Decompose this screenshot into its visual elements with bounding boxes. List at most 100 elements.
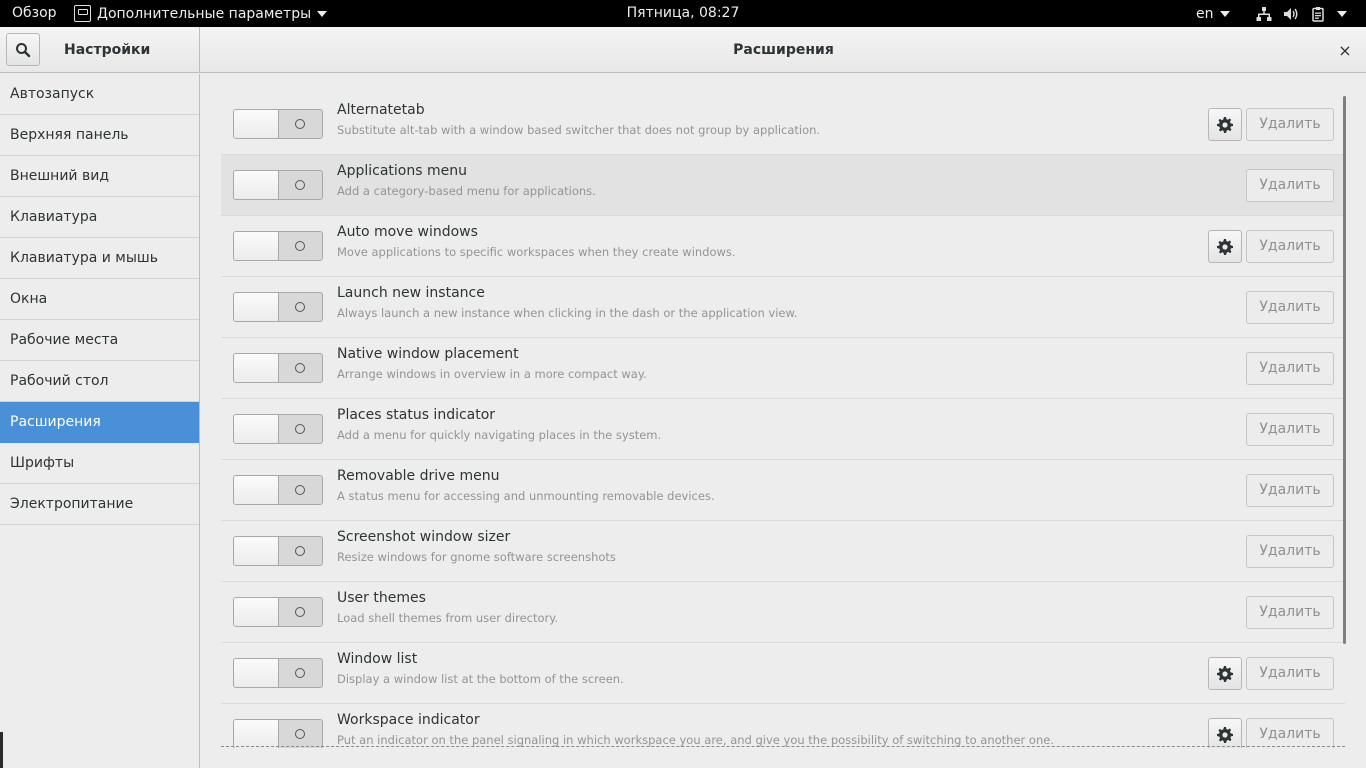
extension-row: Applications menu Add a category-based me… — [221, 155, 1345, 216]
switch-knob — [234, 598, 279, 626]
extension-name: Places status indicator — [337, 407, 496, 423]
extension-name: Launch new instance — [337, 285, 485, 301]
extension-toggle-switch[interactable] — [233, 292, 323, 322]
top-bar: Обзор Дополнительные параметры Пятница, … — [0, 0, 1366, 27]
extension-row: Launch new instance Always launch a new i… — [221, 277, 1345, 338]
extension-name: Alternatetab — [337, 102, 425, 118]
extension-name: Auto move windows — [337, 224, 478, 240]
sidebar-item-4[interactable]: Клавиатура — [0, 197, 199, 238]
extension-toggle-switch[interactable] — [233, 231, 323, 261]
extension-settings-button[interactable] — [1208, 230, 1242, 263]
extension-description: Put an indicator on the panel signaling … — [337, 733, 1054, 747]
app-title: Настройки — [64, 42, 151, 58]
activities-button[interactable]: Обзор — [12, 0, 57, 27]
extension-toggle-switch[interactable] — [233, 658, 323, 688]
extension-row: Screenshot window sizer Resize windows fo… — [221, 521, 1345, 582]
extension-row: Places status indicator Add a menu for qu… — [221, 399, 1345, 460]
extension-toggle-switch[interactable] — [233, 414, 323, 444]
remove-extension-button[interactable]: Удалить — [1246, 413, 1334, 446]
extension-description: Arrange windows in overview in a more co… — [337, 367, 647, 381]
extension-settings-button[interactable] — [1208, 108, 1242, 141]
remove-extension-button[interactable]: Удалить — [1246, 657, 1334, 690]
extension-description: Load shell themes from user directory. — [337, 611, 559, 625]
list-bottom-edge — [221, 746, 1345, 747]
volume-icon — [1284, 7, 1298, 20]
extension-description: Resize windows for gnome software screen… — [337, 550, 616, 564]
system-status-area[interactable] — [1256, 0, 1347, 27]
search-button[interactable] — [6, 33, 40, 66]
search-icon — [16, 42, 31, 57]
switch-knob — [234, 476, 279, 504]
extension-name: Removable drive menu — [337, 468, 500, 484]
switch-knob — [234, 110, 279, 138]
extension-row: Alternatetab Substitute alt-tab with a wi… — [221, 94, 1345, 155]
app-menu-arrow-icon — [317, 10, 328, 17]
sidebar-item-6[interactable]: Окна — [0, 279, 199, 320]
clock-button[interactable]: Пятница, 08:27 — [627, 5, 740, 21]
remove-extension-button[interactable]: Удалить — [1246, 474, 1334, 507]
extension-description: Add a category-based menu for applicatio… — [337, 184, 596, 198]
sidebar-item-1[interactable]: Автозапуск — [0, 74, 199, 115]
sidebar: Автозапуск Верхняя панель Внешний вид Клави… — [0, 74, 200, 768]
switch-off-icon — [295, 363, 305, 373]
language-arrow-icon — [1219, 10, 1230, 17]
extension-toggle-switch[interactable] — [233, 536, 323, 566]
switch-knob — [234, 354, 279, 382]
sidebar-header: Настройки — [0, 27, 200, 73]
switch-knob — [234, 659, 279, 687]
switch-knob — [234, 171, 279, 199]
extension-toggle-switch[interactable] — [233, 597, 323, 627]
switch-off-icon — [295, 241, 305, 251]
extension-settings-button[interactable] — [1208, 718, 1242, 748]
switch-off-icon — [295, 729, 305, 739]
remove-extension-button[interactable]: Удалить — [1246, 535, 1334, 568]
sidebar-item-9[interactable]: Расширения — [0, 402, 199, 443]
extension-toggle-switch[interactable] — [233, 170, 323, 200]
extension-row: Window list Display a window list at the … — [221, 643, 1345, 704]
battery-clipboard-icon — [1312, 6, 1324, 22]
remove-extension-button[interactable]: Удалить — [1246, 230, 1334, 263]
extension-description: Move applications to specific workspaces… — [337, 245, 736, 259]
remove-extension-button[interactable]: Удалить — [1246, 108, 1334, 141]
switch-off-icon — [295, 546, 305, 556]
switch-off-icon — [295, 668, 305, 678]
sidebar-item-2[interactable]: Верхняя панель — [0, 115, 199, 156]
gear-icon — [1217, 238, 1233, 255]
extension-name: Screenshot window sizer — [337, 529, 511, 545]
extension-toggle-switch[interactable] — [233, 353, 323, 383]
extensions-panel: Alternatetab Substitute alt-tab with a wi… — [201, 74, 1366, 768]
remove-extension-button[interactable]: Удалить — [1246, 596, 1334, 629]
sidebar-item-11[interactable]: Электропитание — [0, 484, 199, 525]
switch-off-icon — [295, 485, 305, 495]
extension-description: Display a window list at the bottom of t… — [337, 672, 624, 686]
switch-knob — [234, 720, 279, 748]
switch-knob — [234, 415, 279, 443]
remove-extension-button[interactable]: Удалить — [1246, 718, 1334, 748]
extension-toggle-switch[interactable] — [233, 109, 323, 139]
extension-name: User themes — [337, 590, 426, 606]
remove-extension-button[interactable]: Удалить — [1246, 169, 1334, 202]
sidebar-item-5[interactable]: Клавиатура и мышь — [0, 238, 199, 279]
sidebar-item-7[interactable]: Рабочие места — [0, 320, 199, 361]
app-menu-label: Дополнительные параметры — [97, 5, 312, 22]
close-button[interactable]: × — [1334, 39, 1356, 61]
switch-knob — [234, 232, 279, 260]
extension-name: Native window placement — [337, 346, 519, 362]
gear-icon — [1217, 116, 1233, 133]
sidebar-item-10[interactable]: Шрифты — [0, 443, 199, 484]
scrollbar[interactable] — [1343, 96, 1346, 644]
sidebar-item-8[interactable]: Рабочий стол — [0, 361, 199, 402]
extension-toggle-switch[interactable] — [233, 719, 323, 748]
sidebar-item-3[interactable]: Внешний вид — [0, 156, 199, 197]
extension-row: Native window placement Arrange windows i… — [221, 338, 1345, 399]
remove-extension-button[interactable]: Удалить — [1246, 291, 1334, 324]
tweak-tool-app-icon — [74, 5, 91, 22]
app-menu-button[interactable]: Дополнительные параметры — [74, 0, 328, 27]
language-indicator[interactable]: en — [1196, 0, 1230, 27]
window-header-bar: Настройки Расширения × — [0, 27, 1366, 73]
remove-extension-button[interactable]: Удалить — [1246, 352, 1334, 385]
extension-settings-button[interactable] — [1208, 657, 1242, 690]
extension-toggle-switch[interactable] — [233, 475, 323, 505]
switch-off-icon — [295, 119, 305, 129]
network-icon — [1256, 6, 1272, 21]
